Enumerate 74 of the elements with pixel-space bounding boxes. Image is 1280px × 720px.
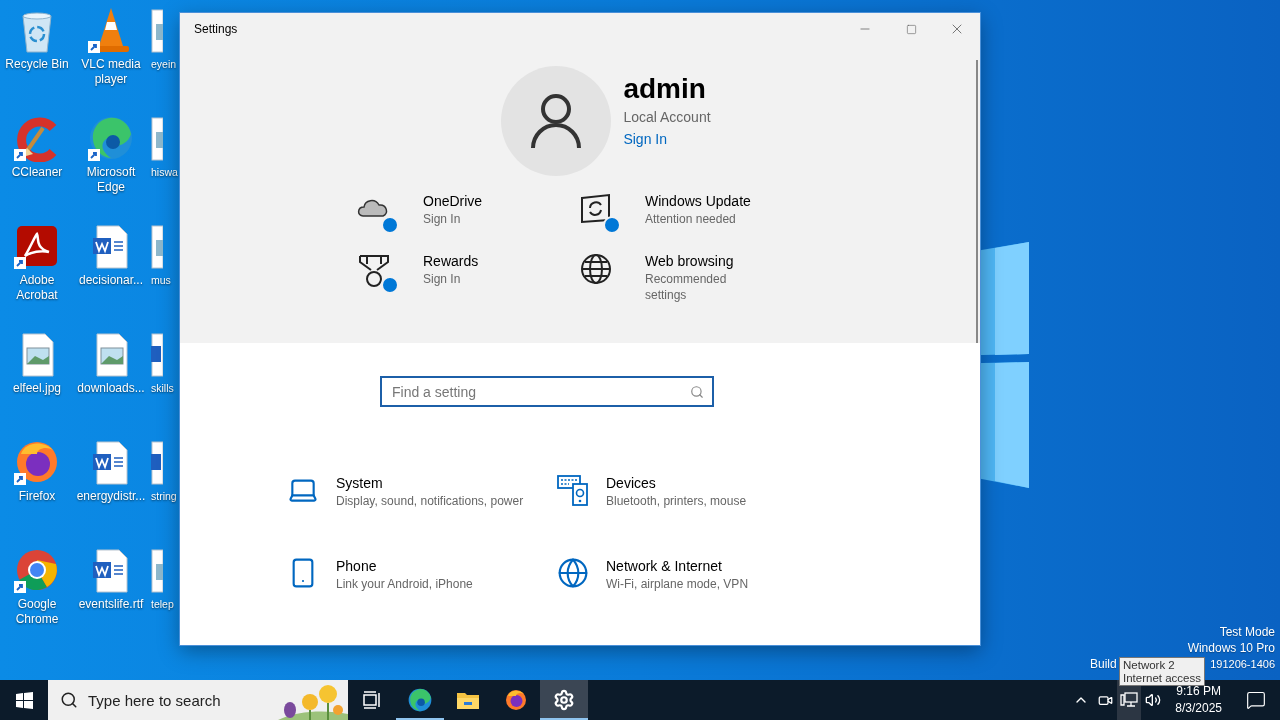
medal-icon bbox=[357, 252, 391, 288]
folder-icon bbox=[456, 690, 480, 710]
system-info-text: Windows 10 Pro bbox=[1187, 640, 1275, 656]
image-file-icon bbox=[151, 114, 163, 162]
category-title[interactable]: Devices bbox=[606, 473, 796, 493]
network-icon bbox=[1120, 692, 1139, 708]
status-title[interactable]: OneDrive bbox=[423, 192, 533, 211]
date-text: 8/3/2025 bbox=[1175, 700, 1222, 717]
status-title[interactable]: Web browsing bbox=[645, 252, 755, 271]
category-description: Wi-Fi, airplane mode, VPN bbox=[606, 576, 750, 593]
icon-label[interactable]: Microsoft Edge bbox=[75, 165, 147, 195]
status-title[interactable]: Windows Update bbox=[645, 192, 755, 211]
user-icon bbox=[530, 93, 583, 149]
status-subtitle: Sign In bbox=[423, 271, 462, 287]
build-number: 191206-1406 bbox=[1210, 657, 1275, 672]
icon-label[interactable]: skills bbox=[151, 381, 174, 396]
tooltip-text: Internet access bbox=[1123, 671, 1201, 684]
taskbar-app-button[interactable] bbox=[540, 680, 588, 720]
windows-icon bbox=[15, 691, 33, 709]
volume-icon bbox=[1145, 692, 1162, 708]
icon-label[interactable]: energydistr... bbox=[76, 489, 146, 504]
icon-label[interactable]: downloads... bbox=[77, 381, 145, 396]
search-icon bbox=[690, 385, 704, 399]
status-subtitle: Recommended settings bbox=[645, 271, 728, 303]
maximize-icon bbox=[905, 23, 917, 35]
icon-label[interactable]: eventslife.rtf bbox=[78, 597, 144, 612]
swirl-browser-icon bbox=[407, 687, 433, 713]
globe-icon bbox=[557, 557, 589, 589]
icon-label[interactable]: Google Chrome bbox=[1, 597, 73, 627]
category-description: Display, sound, notifications, power bbox=[336, 493, 525, 510]
icon-label[interactable]: telep bbox=[151, 597, 174, 612]
sync-screen-icon bbox=[579, 192, 613, 226]
icon-label[interactable]: elfeel.jpg bbox=[12, 381, 61, 396]
window-title: Settings bbox=[193, 22, 239, 36]
status-subtitle: Sign In bbox=[423, 211, 462, 227]
settings-icon bbox=[553, 689, 575, 711]
category-title[interactable]: System bbox=[336, 473, 526, 493]
user-name: admin bbox=[623, 72, 707, 106]
message-icon bbox=[1246, 690, 1266, 710]
icon-label[interactable]: VLC media player bbox=[75, 57, 147, 87]
image-file-icon bbox=[151, 546, 163, 594]
icon-label[interactable]: Adobe Acrobat bbox=[1, 273, 73, 303]
search-field[interactable]: Find a setting bbox=[380, 376, 714, 407]
status-title[interactable]: Rewards bbox=[423, 252, 533, 271]
category-description: Bluetooth, printers, mouse bbox=[606, 493, 748, 510]
icon-label[interactable]: string bbox=[151, 489, 177, 504]
sign-in-link[interactable]: Sign In bbox=[623, 127, 711, 151]
build-label: Build bbox=[1090, 656, 1117, 672]
icon-label[interactable]: mus bbox=[151, 273, 171, 288]
taskbar-search-field[interactable]: Type here to search bbox=[48, 680, 348, 720]
status-subtitle: Attention needed bbox=[645, 211, 737, 227]
fox-browser-icon bbox=[504, 688, 528, 712]
category-title[interactable]: Network & Internet bbox=[606, 556, 796, 576]
tooltip-text: Network 2 bbox=[1123, 659, 1176, 672]
scrollbar[interactable] bbox=[976, 60, 978, 343]
image-file-icon bbox=[151, 222, 163, 270]
word-document-icon bbox=[151, 438, 163, 486]
keyboard-speaker-icon bbox=[557, 474, 589, 506]
globe-icon bbox=[579, 252, 613, 286]
category-title[interactable]: Phone bbox=[336, 556, 526, 576]
icon-label[interactable]: Firefox bbox=[18, 489, 56, 504]
icon-label[interactable]: CCleaner bbox=[11, 165, 63, 180]
account-type: Local Account bbox=[623, 108, 711, 127]
icon-label[interactable]: decisionar... bbox=[78, 273, 143, 288]
system-info-text: Test Mode bbox=[1219, 624, 1275, 640]
icon-label[interactable]: eyein bbox=[151, 57, 177, 72]
icon-label[interactable]: Recycle Bin bbox=[5, 57, 69, 72]
time-text: 9:16 PM bbox=[1176, 683, 1221, 700]
search-icon bbox=[60, 691, 78, 709]
category-description: Link your Android, iPhone bbox=[336, 576, 474, 593]
image-file-icon bbox=[151, 6, 163, 54]
task-view-icon bbox=[362, 691, 382, 709]
icon-label[interactable]: hiswa bbox=[151, 165, 178, 180]
word-document-icon bbox=[151, 330, 163, 378]
